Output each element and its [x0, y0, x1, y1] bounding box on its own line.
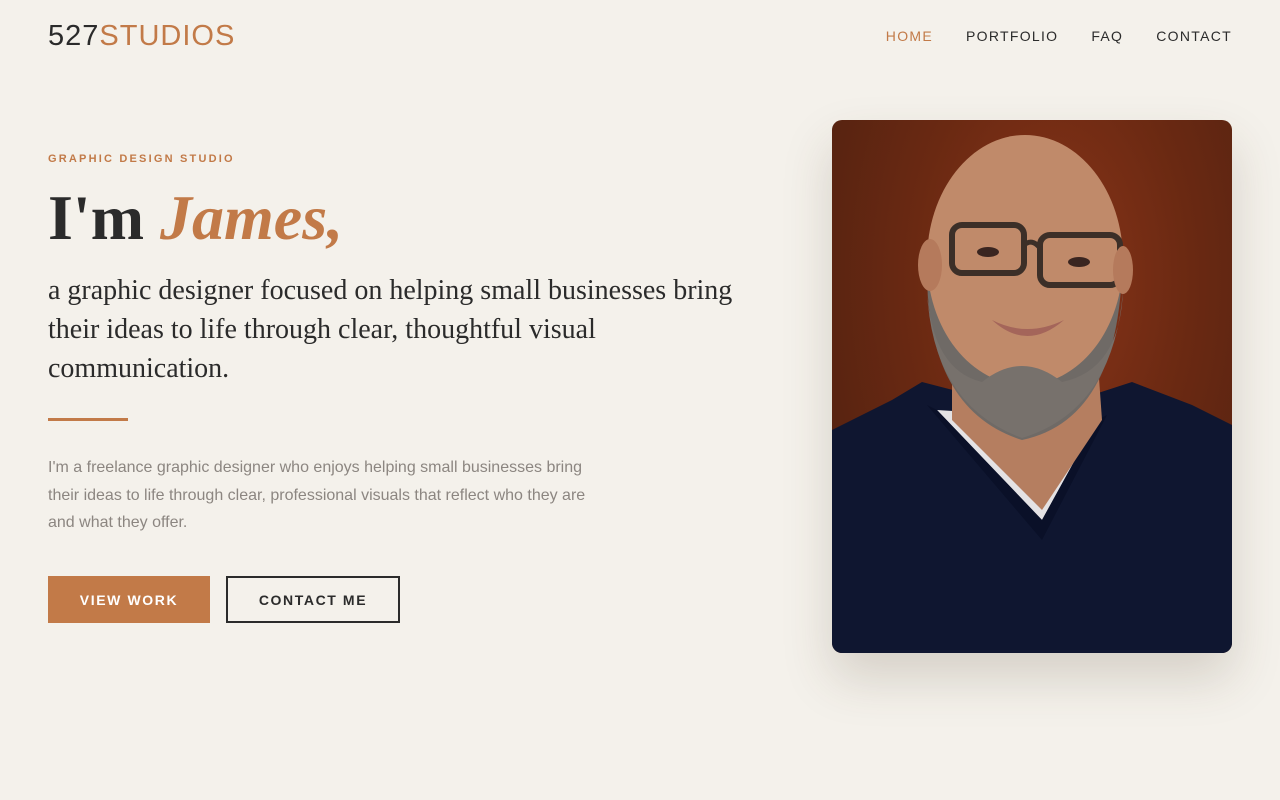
nav-portfolio[interactable]: PORTFOLIO — [966, 28, 1058, 44]
hero-headline: I'm James, — [48, 178, 343, 258]
hero-subhead: a graphic designer focused on helping sm… — [48, 275, 733, 384]
portrait-photo — [832, 120, 1232, 653]
nav-contact[interactable]: CONTACT — [1156, 28, 1232, 44]
logo[interactable]: 527STUDIOS — [48, 20, 235, 53]
portrait-illustration — [832, 135, 1232, 653]
nav-home[interactable]: HOME — [886, 28, 933, 44]
main-nav: HOME PORTFOLIO FAQ CONTACT — [886, 28, 1232, 44]
hero-body-text: I'm a freelance graphic designer who enj… — [48, 459, 586, 531]
nav-faq[interactable]: FAQ — [1091, 28, 1123, 44]
contact-me-button[interactable]: CONTACT ME — [226, 576, 400, 623]
site-header: 527STUDIOS HOME PORTFOLIO FAQ CONTACT — [48, 18, 1232, 54]
accent-divider — [48, 418, 128, 421]
hero-eyebrow: GRAPHIC DESIGN STUDIO — [48, 153, 235, 165]
view-work-button[interactable]: VIEW WORK — [48, 576, 210, 623]
logo-word: STUDIOS — [99, 19, 236, 52]
hero-name: James, — [160, 182, 344, 253]
hero-greeting: I'm — [48, 182, 144, 253]
logo-number: 527 — [48, 19, 100, 52]
